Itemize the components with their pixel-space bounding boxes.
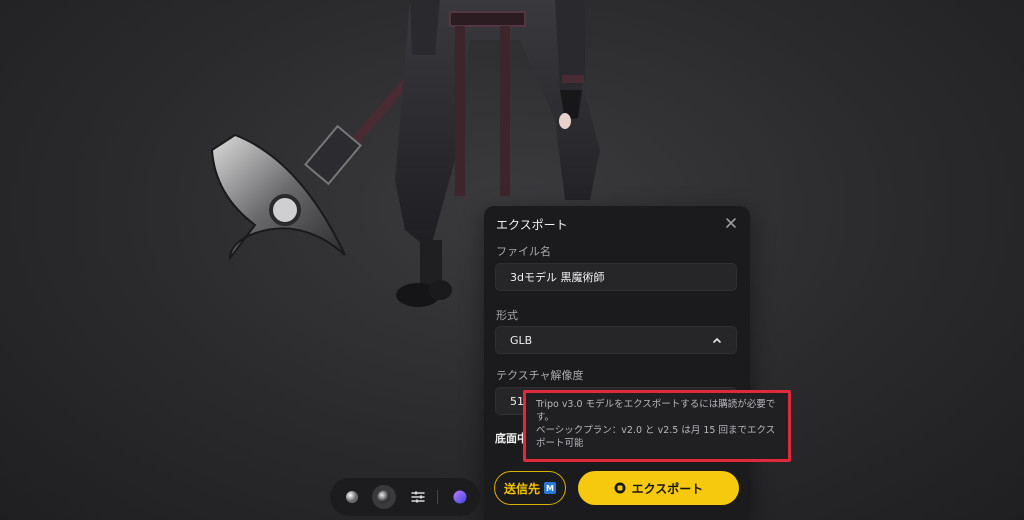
export-icon [614, 482, 626, 494]
close-icon[interactable] [722, 214, 740, 232]
texture-resolution-label: テクスチャ解像度 [496, 369, 584, 382]
file-name-value: 3dモデル 黒魔術師 [510, 271, 605, 284]
file-name-label: ファイル名 [496, 245, 551, 258]
tooltip-line-1: Tripo v3.0 モデルをエクスポートするには購読が必要です。 [536, 399, 776, 423]
format-label: 形式 [496, 309, 518, 322]
texture-resolution-value: 51 [510, 394, 524, 408]
send-to-label: 送信先 [503, 481, 540, 496]
export-button-label: エクスポート [631, 481, 704, 496]
matcap-sphere-icon[interactable] [340, 485, 364, 509]
tooltip-line-2: ベーシックプラン：v2.0 と v2.5 は月 15 回までエクスポート可能 [536, 425, 776, 449]
format-selected-value: GLB [510, 333, 533, 347]
send-to-button[interactable]: 送信先 M [494, 471, 566, 505]
viewer-toolbar [330, 478, 480, 516]
gradient-sphere-icon[interactable] [448, 485, 472, 509]
format-select[interactable]: GLB [495, 326, 737, 354]
chevron-up-icon [713, 337, 721, 343]
sliders-icon[interactable] [406, 485, 430, 509]
file-name-input[interactable]: 3dモデル 黒魔術師 [495, 263, 737, 291]
export-panel-title: エクスポート [496, 218, 568, 232]
m-badge-icon: M [544, 482, 556, 494]
subscription-tooltip: Tripo v3.0 モデルをエクスポートするには購読が必要です。 ベーシックプ… [523, 390, 791, 462]
shaded-sphere-icon[interactable] [372, 485, 396, 509]
export-button[interactable]: エクスポート [578, 471, 739, 505]
toolbar-divider [437, 490, 438, 504]
